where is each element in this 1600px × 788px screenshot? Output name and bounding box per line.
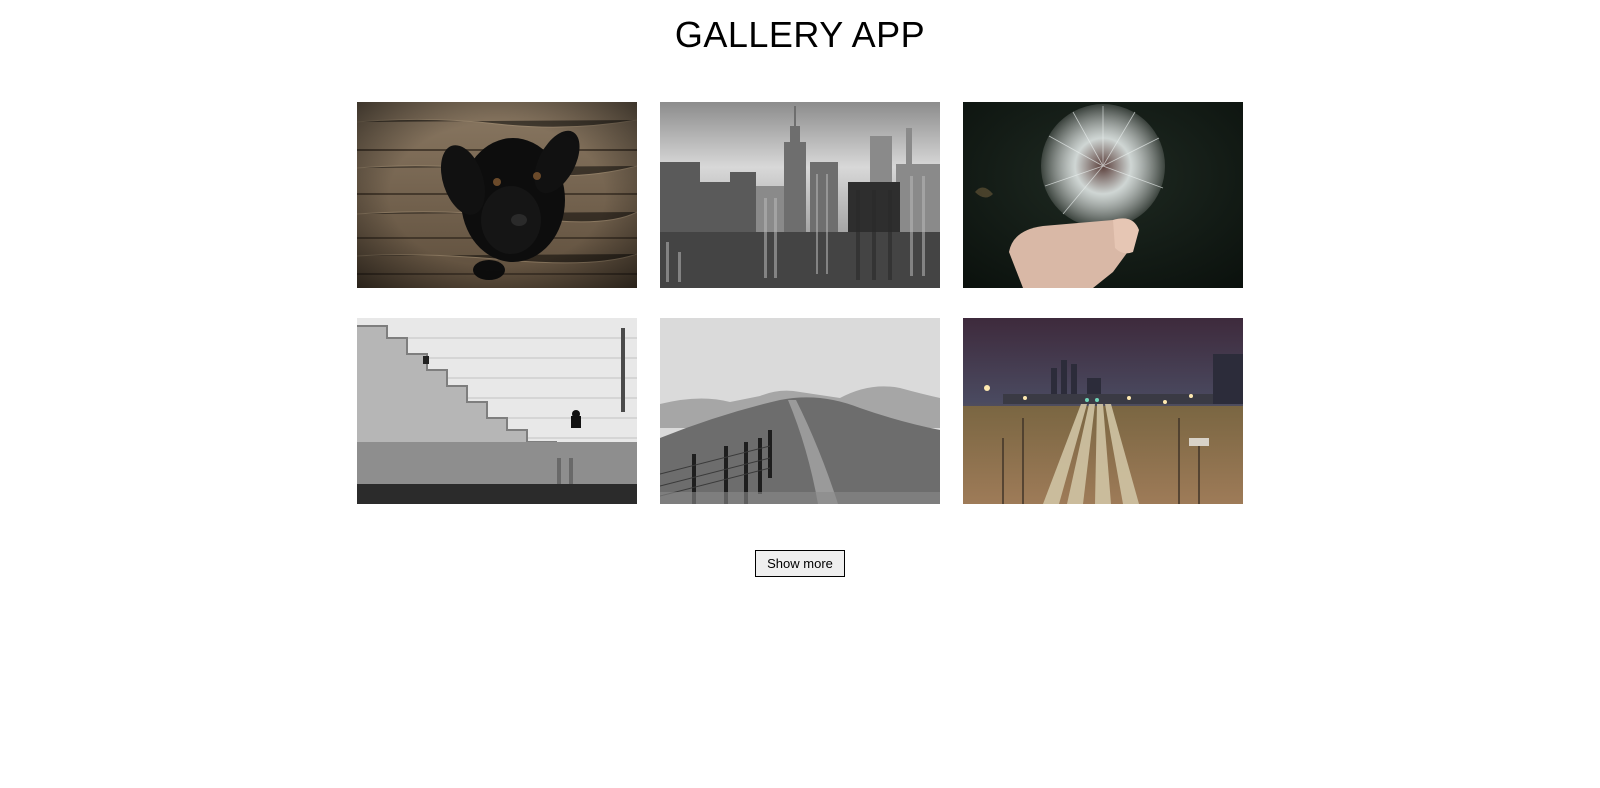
gallery-photo-hill[interactable] xyxy=(660,318,940,504)
gallery-photo-dandelion[interactable] xyxy=(963,102,1243,288)
city-photo-image xyxy=(660,102,940,288)
stairs-photo-image xyxy=(357,318,637,504)
show-more-button[interactable]: Show more xyxy=(755,550,845,577)
dog-photo-image xyxy=(357,102,637,288)
gallery-photo-city[interactable] xyxy=(660,102,940,288)
hill-photo-image xyxy=(660,318,940,504)
gallery-photo-railway[interactable] xyxy=(963,318,1243,504)
photo-gallery xyxy=(357,102,1243,504)
dandelion-photo-image xyxy=(963,102,1243,288)
page-title: GALLERY APP xyxy=(674,14,926,55)
gallery-photo-dog[interactable] xyxy=(357,102,637,288)
gallery-photo-stairs[interactable] xyxy=(357,318,637,504)
railway-photo-image xyxy=(963,318,1243,504)
